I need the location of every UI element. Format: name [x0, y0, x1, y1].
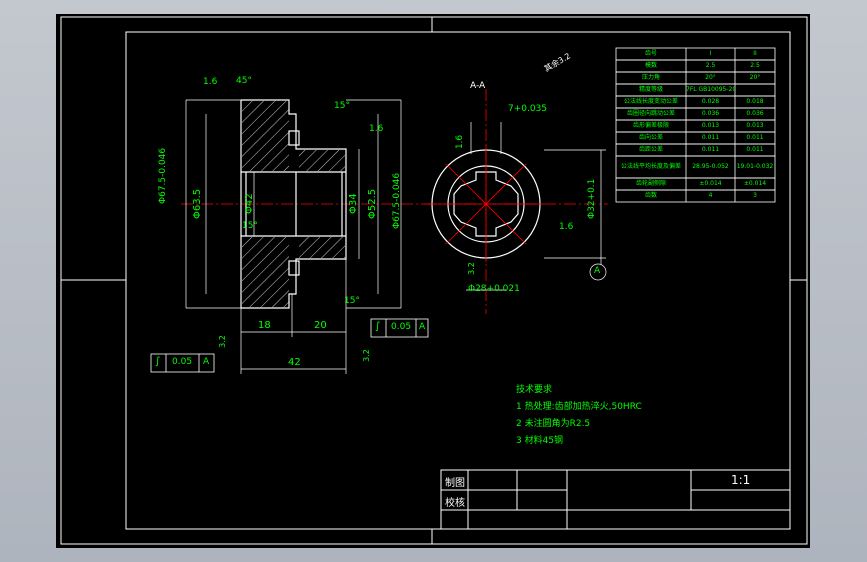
table-cell: 齿圈径向跳动公差: [626, 110, 675, 117]
geo-tol-2-symbol: ∫: [155, 356, 161, 367]
hatch-bottom-left: [242, 237, 289, 307]
table-cell: 公法线平均长度及偏差: [620, 163, 681, 170]
table-cell: 7FL GB10095-2001: [686, 86, 735, 93]
dim-20: 20: [314, 320, 327, 331]
sf-4: 1.6: [559, 222, 574, 232]
table-cell: 0.011: [746, 134, 764, 141]
dim-42: 42: [288, 357, 301, 368]
table-cell: 齿向公差: [638, 134, 663, 141]
table-cell: 20°: [749, 74, 761, 81]
angle-2: 15°: [334, 101, 350, 111]
table-cell: 28.95-0.052: [692, 163, 729, 170]
table-cell: 公法线长度变动公差: [623, 98, 678, 105]
table-cell: 精度等级: [638, 86, 663, 93]
geo-tol-1-value: 0.05: [391, 322, 412, 332]
sf-1: 1.6: [203, 77, 218, 87]
table-cell: 2.5: [750, 62, 760, 69]
title-scale: 1:1: [731, 473, 751, 487]
table-cell: ±0.014: [743, 180, 767, 187]
table-cell: [735, 84, 775, 96]
table-cell: 19.01-0.032: [736, 163, 774, 170]
sf-3: 1.6: [455, 134, 466, 150]
table-cell: 0.011: [746, 146, 764, 153]
table-cell: 压力角: [641, 74, 660, 81]
title-checked: 校核: [445, 498, 465, 509]
dim-tol-top: 7+0.035: [508, 104, 548, 114]
sf-5: 3.2: [217, 335, 227, 348]
hatch-top-left: [242, 101, 289, 171]
geo-tol-2-value: 0.05: [172, 357, 193, 367]
geo-tol-1-datum: A: [419, 322, 426, 332]
geo-tol-1-symbol: ∫: [375, 321, 381, 332]
table-cell: 齿数: [644, 192, 657, 199]
section-label: A-A: [470, 81, 486, 91]
requirement-2: 2 未注圆角为R2.5: [516, 419, 591, 429]
requirement-3: 3 材料45钢: [516, 436, 564, 446]
table-cell: 齿形偏差极限: [632, 122, 669, 129]
requirements-title: 技术要求: [516, 385, 553, 395]
table-cell: 0.011: [701, 146, 720, 153]
hatch-bottom-right: [299, 237, 345, 258]
dim-bore: Φ42: [244, 193, 255, 214]
geo-tol-2-datum: A: [203, 357, 210, 367]
sf-6: 3.2: [361, 349, 371, 362]
dim-spline-major: Φ32+0.1: [587, 178, 597, 219]
spline-dimensions: [466, 122, 607, 291]
datum-label: A: [594, 266, 601, 276]
sf-2: 1.6: [369, 124, 384, 134]
table-cell: 20°: [705, 74, 716, 81]
table-cell: 齿距公差: [638, 146, 663, 153]
table-cell: 0.036: [746, 110, 764, 117]
table-cell: 4: [708, 192, 713, 199]
dim-outer: Φ67.5-0.046: [158, 147, 168, 204]
dim-shaft: Φ52.5: [367, 188, 378, 219]
angle-3: 15°: [242, 221, 258, 231]
dim-spline-d: Φ28+0.021: [468, 284, 520, 294]
sf-7: 3.2: [466, 262, 476, 275]
table-cell: 0.013: [701, 122, 720, 129]
table-cell: 模数: [644, 62, 657, 69]
table-cell: 0.018: [746, 98, 764, 105]
table-cell: 0.013: [746, 122, 764, 129]
dim-hub: Φ34: [348, 193, 359, 214]
dim-root: Φ63.5: [192, 188, 203, 219]
table-cell: 3: [753, 192, 757, 199]
hatch-top-right: [299, 150, 345, 171]
spline-radials: [428, 146, 544, 262]
table-cell: ±0.014: [699, 180, 722, 187]
requirements-block: 技术要求 1 热处理:齿部加热淬火,50HRC 2 未注圆角为R2.5 3 材料…: [516, 382, 642, 450]
table-cell: 0.011: [701, 134, 720, 141]
table-cell: 0.036: [701, 110, 720, 117]
drawing-viewport[interactable]: A-A 其余3.2 Φ67.5-0.046 Φ63.5 Φ42 Φ34 Φ52.…: [56, 14, 810, 548]
table-cell: 0.028: [701, 98, 720, 105]
table-cell: 齿轮副侧隙: [635, 180, 666, 187]
dim-18: 18: [258, 320, 271, 331]
title-drawn: 制图: [445, 478, 465, 489]
angle-1: 45°: [236, 76, 252, 86]
table-cell: I: [709, 50, 712, 57]
dim-outer-right: Φ67.5-0.046: [392, 172, 402, 229]
requirement-1: 1 热处理:齿部加热淬火,50HRC: [516, 402, 642, 412]
angle-4: 15°: [344, 296, 360, 306]
table-cell: II: [753, 50, 757, 57]
table-cell: 齿号: [644, 50, 657, 57]
table-cell: 2.5: [705, 62, 716, 69]
dimension-lines: [185, 99, 402, 374]
